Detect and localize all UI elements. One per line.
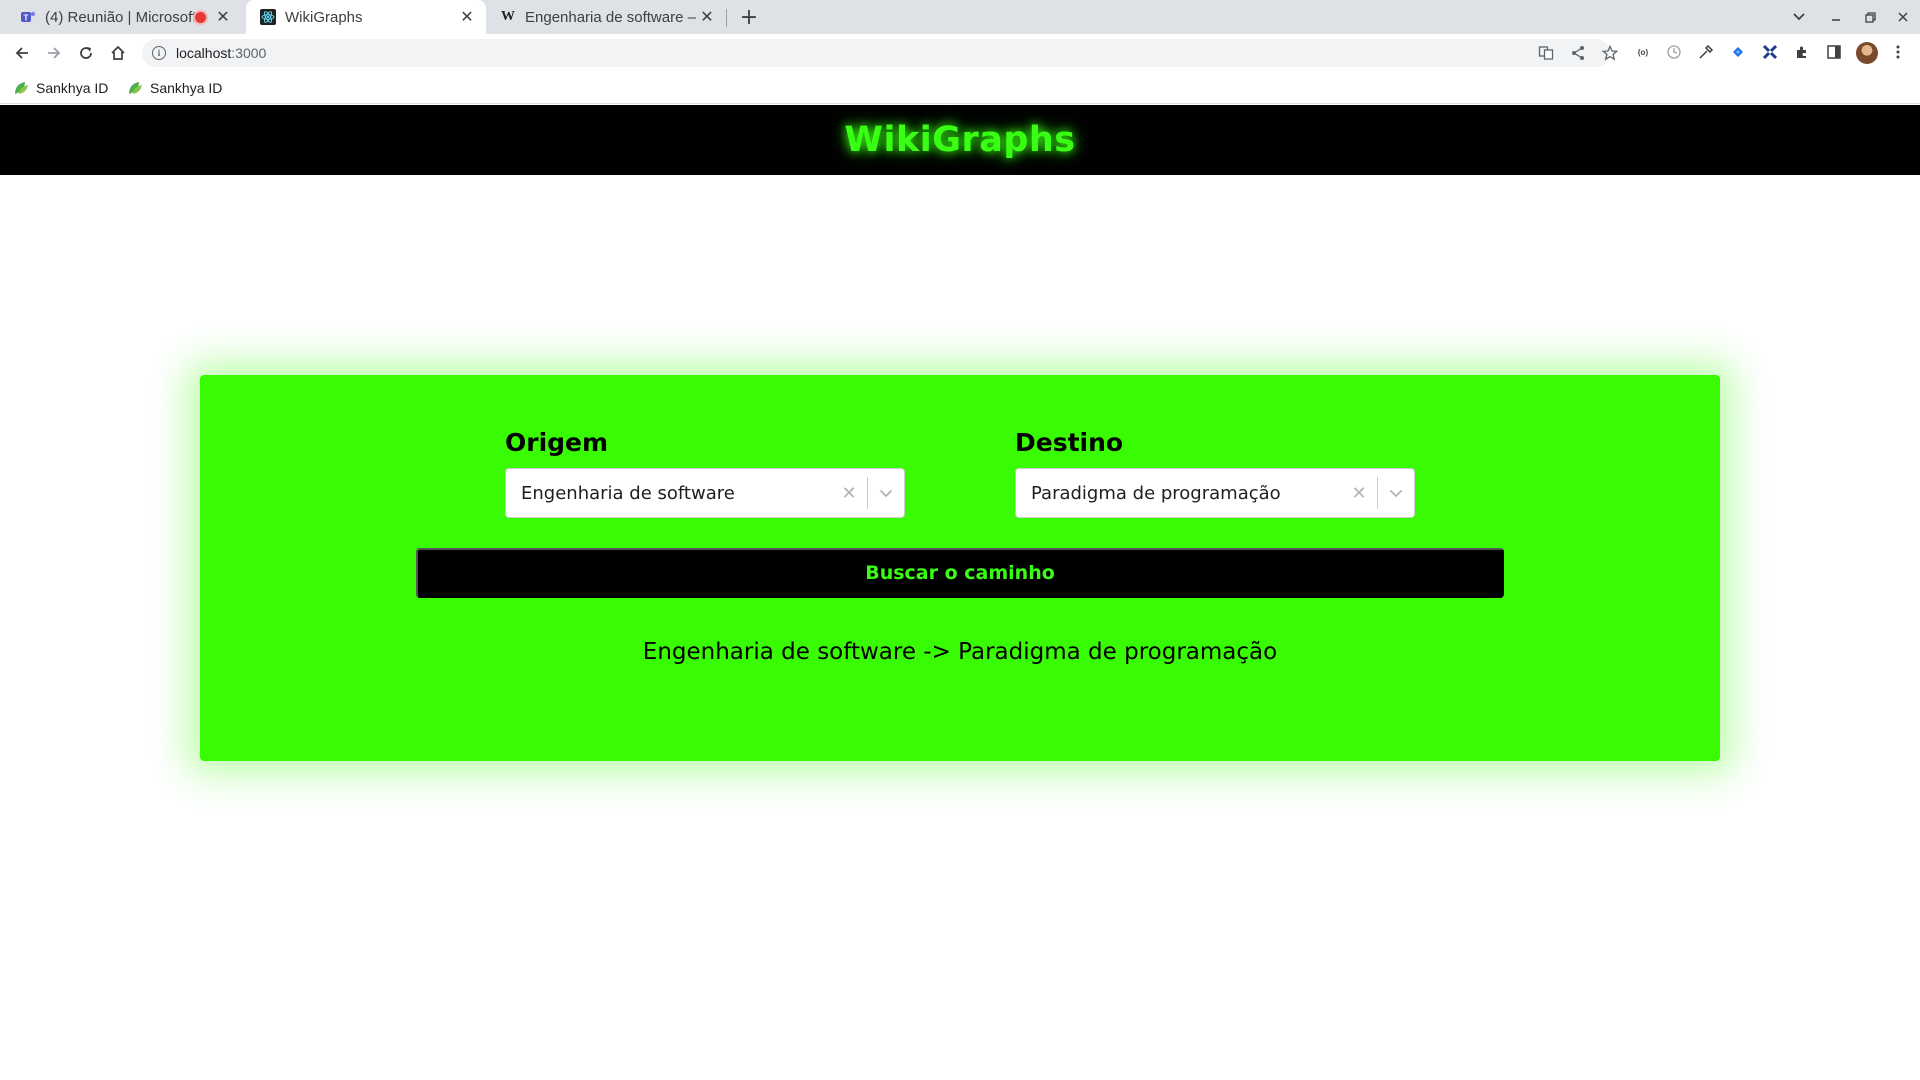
clear-icon[interactable]: ✕ xyxy=(1341,468,1377,518)
bookmark-sankhya-id[interactable]: Sankhya ID xyxy=(13,78,108,98)
eyedropper-icon[interactable] xyxy=(1695,41,1717,63)
wikipedia-icon: W xyxy=(501,9,515,24)
translate-icon[interactable] xyxy=(1536,43,1556,63)
tab-teams-meeting[interactable]: T (4) Reunião | Microsoft ✕ xyxy=(6,0,242,34)
extension-clock-icon[interactable] xyxy=(1663,41,1685,63)
home-icon[interactable] xyxy=(106,41,130,65)
app-header: WikiGraphs xyxy=(0,105,1920,175)
close-tab-icon[interactable]: ✕ xyxy=(214,8,232,26)
address-url: localhost:3000 xyxy=(176,45,267,61)
extension-blue-icon[interactable] xyxy=(1727,41,1749,63)
tab-title: WikiGraphs xyxy=(285,8,363,26)
new-tab-button[interactable]: + xyxy=(736,4,762,30)
search-path-button[interactable]: Buscar o caminho xyxy=(416,548,1504,598)
side-panel-icon[interactable] xyxy=(1823,41,1845,63)
forward-icon[interactable] xyxy=(42,41,66,65)
menu-kebab-icon[interactable] xyxy=(1887,41,1909,63)
svg-text:T: T xyxy=(24,14,29,23)
origin-select-value: Engenharia de software xyxy=(521,482,735,504)
site-info-icon[interactable]: i xyxy=(152,46,166,60)
minimize-icon[interactable] xyxy=(1825,6,1847,28)
restore-icon[interactable] xyxy=(1859,6,1881,28)
extensions-puzzle-icon[interactable] xyxy=(1791,41,1813,63)
reload-icon[interactable] xyxy=(74,41,98,65)
destination-select[interactable]: Paradigma de programação ✕ xyxy=(1015,468,1415,518)
recording-indicator-icon xyxy=(195,11,206,23)
destination-select-value: Paradigma de programação xyxy=(1031,482,1281,504)
extension-radio-icon[interactable]: (o) xyxy=(1632,41,1654,63)
path-search-card: Origem Engenharia de software ✕ Destino … xyxy=(200,375,1720,761)
chevron-down-icon[interactable] xyxy=(1378,468,1414,518)
teams-icon: T xyxy=(20,9,36,25)
bookmark-label: Sankhya ID xyxy=(36,80,109,96)
app-title: WikiGraphs xyxy=(844,120,1076,160)
path-result: Engenharia de software -> Paradigma de p… xyxy=(642,639,1278,665)
chevron-down-icon[interactable] xyxy=(868,468,904,518)
close-window-icon[interactable] xyxy=(1892,6,1914,28)
tab-title: Engenharia de software – xyxy=(525,8,696,26)
profile-avatar[interactable] xyxy=(1856,42,1878,64)
bookmark-sankhya-id[interactable]: Sankhya ID xyxy=(127,78,222,98)
extension-puzzle-blue-icon[interactable] xyxy=(1759,41,1781,63)
origin-select[interactable]: Engenharia de software ✕ xyxy=(505,468,905,518)
bookmarks-bar: Sankhya ID Sankhya ID xyxy=(0,72,1920,104)
svg-text:(o): (o) xyxy=(1638,48,1649,57)
tab-strip: T (4) Reunião | Microsoft ✕ WikiGraphs ✕… xyxy=(0,0,1920,34)
close-tab-icon[interactable]: ✕ xyxy=(458,8,476,26)
tab-wikipedia[interactable]: W Engenharia de software – ✕ xyxy=(486,0,726,34)
bookmark-star-icon[interactable] xyxy=(1600,43,1620,63)
tab-title: (4) Reunião | Microsoft xyxy=(45,8,195,26)
browser-toolbar: i localhost:3000 (o) xyxy=(0,34,1920,72)
share-icon[interactable] xyxy=(1568,43,1588,63)
tab-wikigraphs[interactable]: WikiGraphs ✕ xyxy=(246,0,486,34)
tab-search-icon[interactable] xyxy=(1788,6,1810,28)
address-bar[interactable]: i localhost:3000 xyxy=(142,39,1618,67)
tab-divider xyxy=(726,9,727,27)
close-tab-icon[interactable]: ✕ xyxy=(698,8,716,26)
sankhya-leaf-icon xyxy=(15,82,28,94)
sankhya-leaf-icon xyxy=(129,82,142,94)
destination-label: Destino xyxy=(1015,428,1124,457)
clear-icon[interactable]: ✕ xyxy=(831,468,867,518)
bookmark-label: Sankhya ID xyxy=(150,80,223,96)
react-icon xyxy=(260,9,276,25)
back-icon[interactable] xyxy=(10,41,34,65)
origin-label: Origem xyxy=(505,428,609,457)
